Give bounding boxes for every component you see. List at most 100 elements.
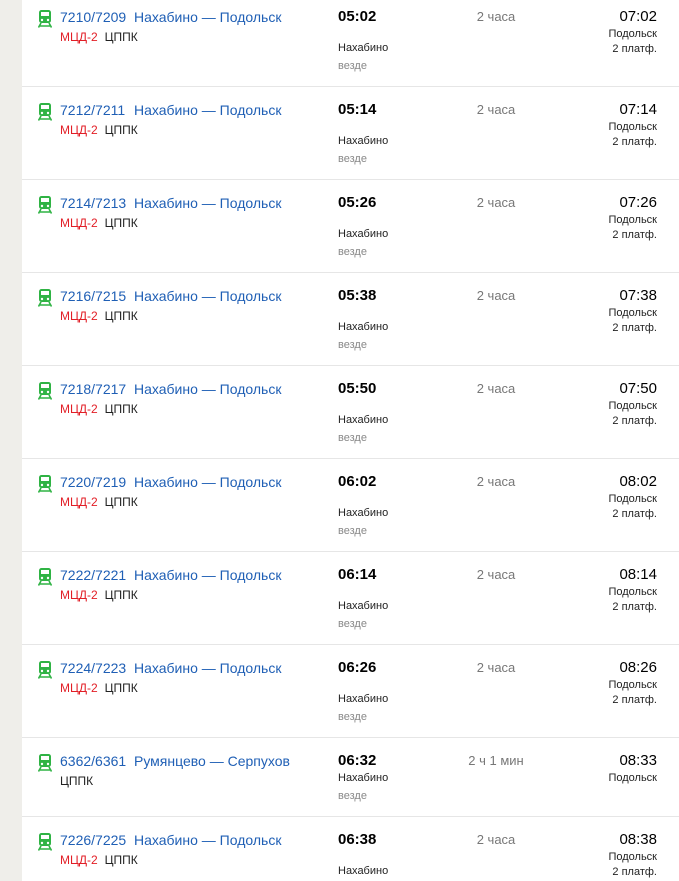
schedule-row[interactable]: 7212/7211 Нахабино — Подольск МЦД-2 ЦППК … [22, 86, 679, 180]
departure-time: 06:02 [338, 473, 377, 490]
arrival-platform: 2 платф. [612, 694, 657, 706]
mcd-line-badge: МЦД-2 [60, 588, 98, 602]
schedule-row[interactable]: 7218/7217 Нахабино — Подольск МЦД-2 ЦППК … [22, 365, 679, 459]
route-name-link[interactable]: Нахабино — Подольск [134, 288, 281, 304]
arrival-time: 08:26 [619, 659, 657, 676]
train-number-link[interactable]: 7210/7209 [60, 9, 126, 25]
schedule-row[interactable]: 7210/7209 Нахабино — Подольск МЦД-2 ЦППК … [22, 0, 679, 87]
carrier-name: ЦППК [104, 216, 138, 230]
train-number-link[interactable]: 7224/7223 [60, 660, 126, 676]
arrival-time: 08:33 [619, 752, 657, 769]
departure-time: 06:32 [338, 752, 377, 769]
schedule-row[interactable]: 7214/7213 Нахабино — Подольск МЦД-2 ЦППК … [22, 179, 679, 273]
arrival-station: Подольск [608, 851, 657, 863]
route-name-link[interactable]: Румянцево — Серпухов [134, 753, 290, 769]
arrival-platform: 2 платф. [612, 43, 657, 55]
route-name-link[interactable]: Нахабино — Подольск [134, 195, 281, 211]
suburban-train-icon [38, 754, 52, 772]
route-name-link[interactable]: Нахабино — Подольск [134, 102, 281, 118]
arrival-station: Подольск [608, 121, 657, 133]
mcd-line-badge: МЦД-2 [60, 681, 98, 695]
carrier-name: ЦППК [104, 495, 138, 509]
arrival-station: Подольск [608, 586, 657, 598]
arrival-station: Подольск [608, 679, 657, 691]
schedule-row[interactable]: 7222/7221 Нахабино — Подольск МЦД-2 ЦППК … [22, 551, 679, 645]
schedule-row[interactable]: 6362/6361 Румянцево — Серпухов ЦППК 06:3… [22, 737, 679, 817]
train-number-link[interactable]: 7222/7221 [60, 567, 126, 583]
travel-duration: 2 часа [476, 660, 516, 675]
schedule-row[interactable]: 7216/7215 Нахабино — Подольск МЦД-2 ЦППК … [22, 272, 679, 366]
departure-time: 05:26 [338, 194, 377, 211]
departure-station: Нахабино [338, 865, 389, 877]
stops-info: везде [338, 60, 367, 72]
carrier-info: МЦД-2 ЦППК [60, 681, 138, 695]
train-number-link[interactable]: 7212/7211 [60, 102, 125, 118]
train-number-link[interactable]: 7214/7213 [60, 195, 126, 211]
suburban-train-icon [38, 833, 52, 851]
stops-info: везде [338, 153, 367, 165]
train-number-link[interactable]: 6362/6361 [60, 753, 126, 769]
carrier-info: МЦД-2 ЦППК [60, 853, 138, 867]
carrier-info: МЦД-2 ЦППК [60, 123, 138, 137]
mcd-line-badge: МЦД-2 [60, 853, 98, 867]
mcd-line-badge: МЦД-2 [60, 495, 98, 509]
train-number-link[interactable]: 7220/7219 [60, 474, 126, 490]
route-name-link[interactable]: Нахабино — Подольск [134, 381, 281, 397]
carrier-info: ЦППК [60, 774, 93, 788]
train-number-link[interactable]: 7216/7215 [60, 288, 126, 304]
schedule-row[interactable]: 7224/7223 Нахабино — Подольск МЦД-2 ЦППК … [22, 644, 679, 738]
carrier-name: ЦППК [104, 853, 138, 867]
route-name-link[interactable]: Нахабино — Подольск [134, 474, 281, 490]
departure-station: Нахабино [338, 42, 389, 54]
route-name-link[interactable]: Нахабино — Подольск [134, 660, 281, 676]
travel-duration: 2 часа [476, 288, 516, 303]
departure-station: Нахабино [338, 507, 389, 519]
route-name-link[interactable]: Нахабино — Подольск [134, 832, 281, 848]
departure-station: Нахабино [338, 600, 389, 612]
carrier-info: МЦД-2 ЦППК [60, 588, 138, 602]
stops-info: везде [338, 525, 367, 537]
schedule-row[interactable]: 7226/7225 Нахабино — Подольск МЦД-2 ЦППК … [22, 816, 679, 881]
mcd-line-badge: МЦД-2 [60, 402, 98, 416]
arrival-station: Подольск [608, 214, 657, 226]
stops-info: везде [338, 618, 367, 630]
schedule-list: 7210/7209 Нахабино — Подольск МЦД-2 ЦППК … [22, 0, 679, 881]
departure-time: 06:38 [338, 831, 377, 848]
carrier-info: МЦД-2 ЦППК [60, 495, 138, 509]
arrival-time: 07:26 [619, 194, 657, 211]
departure-time: 05:50 [338, 380, 377, 397]
carrier-name: ЦППК [60, 774, 94, 788]
train-number-link[interactable]: 7218/7217 [60, 381, 126, 397]
carrier-info: МЦД-2 ЦППК [60, 216, 138, 230]
arrival-platform: 2 платф. [612, 866, 657, 878]
arrival-platform: 2 платф. [612, 601, 657, 613]
suburban-train-icon [38, 289, 52, 307]
travel-duration: 2 часа [476, 381, 516, 396]
arrival-time: 07:50 [619, 380, 657, 397]
departure-station: Нахабино [338, 772, 389, 784]
departure-station: Нахабино [338, 135, 389, 147]
arrival-station: Подольск [608, 400, 657, 412]
arrival-station: Подольск [608, 28, 657, 40]
arrival-time: 07:14 [619, 101, 657, 118]
mcd-line-badge: МЦД-2 [60, 30, 98, 44]
mcd-line-badge: МЦД-2 [60, 123, 98, 137]
travel-duration: 2 ч 1 мин [468, 753, 524, 768]
arrival-station: Подольск [608, 772, 657, 784]
departure-time: 06:26 [338, 659, 377, 676]
travel-duration: 2 часа [476, 102, 516, 117]
departure-time: 05:14 [338, 101, 377, 118]
train-number-link[interactable]: 7226/7225 [60, 832, 126, 848]
mcd-line-badge: МЦД-2 [60, 309, 98, 323]
schedule-row[interactable]: 7220/7219 Нахабино — Подольск МЦД-2 ЦППК … [22, 458, 679, 552]
route-name-link[interactable]: Нахабино — Подольск [134, 567, 281, 583]
carrier-name: ЦППК [104, 309, 138, 323]
carrier-info: МЦД-2 ЦППК [60, 402, 138, 416]
suburban-train-icon [38, 196, 52, 214]
route-name-link[interactable]: Нахабино — Подольск [134, 9, 281, 25]
travel-duration: 2 часа [476, 567, 516, 582]
carrier-name: ЦППК [104, 681, 138, 695]
departure-station: Нахабино [338, 228, 389, 240]
arrival-time: 07:38 [619, 287, 657, 304]
arrival-time: 08:38 [619, 831, 657, 848]
